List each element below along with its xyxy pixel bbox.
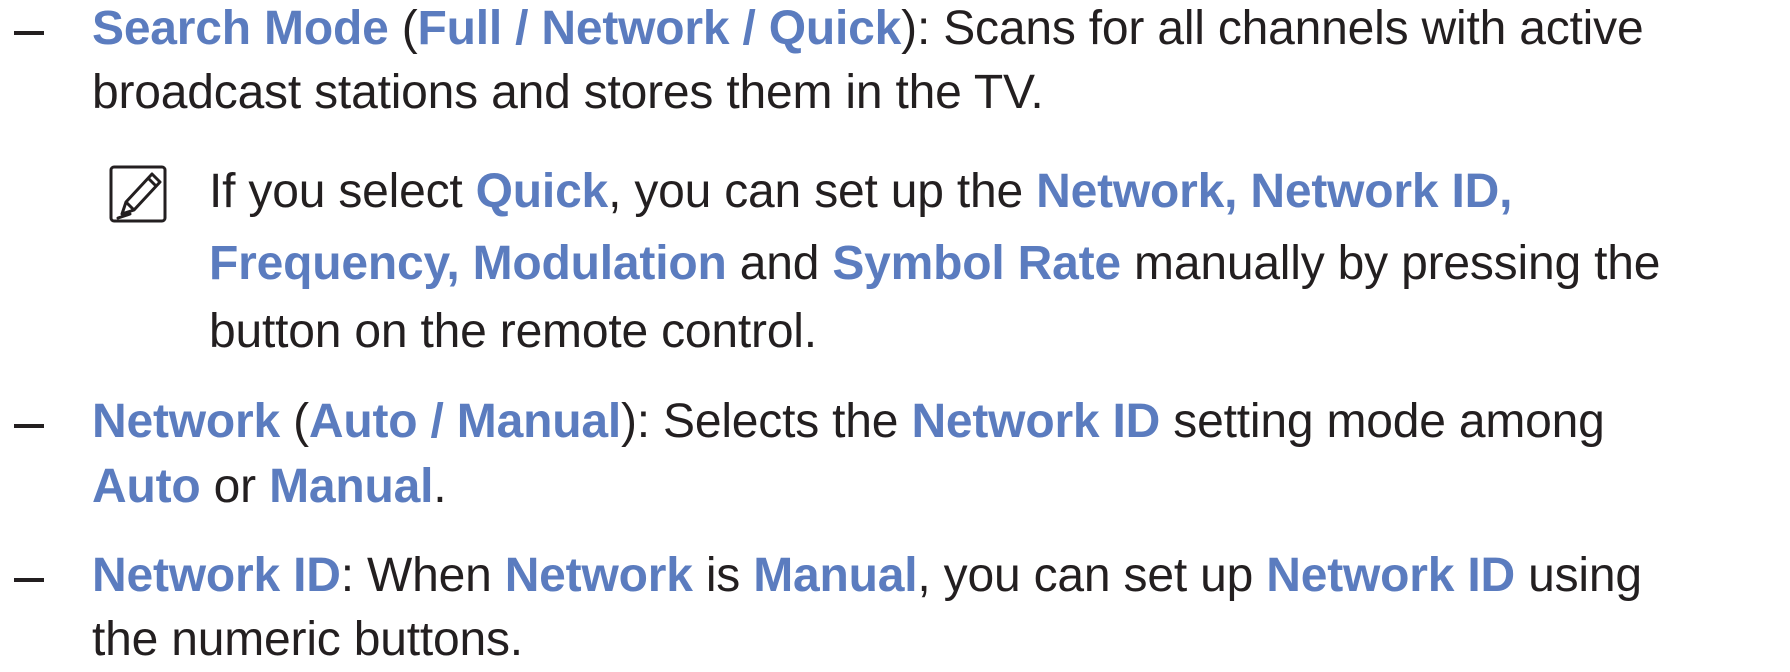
option-value: Manual xyxy=(269,460,434,513)
text-run: ( xyxy=(279,395,309,448)
text-line: broadcast stations and stores them in th… xyxy=(92,61,1044,125)
text-run: button on the remote control. xyxy=(209,305,817,358)
text-run: and xyxy=(726,237,833,290)
text-run: manually by pressing the xyxy=(1120,237,1661,290)
text-run: , you can set up the xyxy=(608,165,1037,218)
option-name: Network ID xyxy=(1266,549,1515,602)
text-run: the numeric buttons. xyxy=(92,613,523,666)
text-run: broadcast stations and stores them in th… xyxy=(92,66,1044,119)
option-value: Auto xyxy=(92,460,201,513)
option-values: Auto / Manual xyxy=(308,395,621,448)
text-run: ): Selects the xyxy=(620,395,912,448)
option-values: Full / Network / Quick xyxy=(417,2,902,55)
option-name: Network xyxy=(504,549,693,602)
text-line: button on the remote control. xyxy=(209,300,817,364)
option-name: Network xyxy=(92,395,280,448)
text-run: setting mode among xyxy=(1160,395,1605,448)
dash-bullet xyxy=(14,578,44,582)
text-line: Network ID: When Network is Manual, you … xyxy=(92,544,1642,608)
text-run: : When xyxy=(340,549,505,602)
text-line: the numeric buttons. xyxy=(92,608,523,672)
text-line: If you select Quick, you can set up the … xyxy=(209,160,1512,224)
text-run: or xyxy=(200,460,270,513)
text-line: Search Mode (Full / Network / Quick): Sc… xyxy=(92,0,1644,61)
option-name: Network, Network ID, xyxy=(1036,165,1513,218)
option-name: Symbol Rate xyxy=(832,237,1121,290)
option-name: Search Mode xyxy=(92,2,389,55)
dash-bullet xyxy=(14,424,44,428)
option-name: Quick xyxy=(475,165,609,218)
option-name: Network ID xyxy=(92,549,341,602)
text-run: ): Scans for all channels with active xyxy=(901,2,1644,55)
option-name: Frequency, Modulation xyxy=(209,237,727,290)
text-run: using xyxy=(1514,549,1642,602)
text-run: ( xyxy=(388,2,418,55)
text-run: , you can set up xyxy=(917,549,1267,602)
text-line: Auto or Manual. xyxy=(92,455,447,519)
text-line: Frequency, Modulation and Symbol Rate ma… xyxy=(209,232,1660,296)
option-value: Manual xyxy=(753,549,918,602)
document-page: Search Mode (Full / Network / Quick): Sc… xyxy=(0,0,1790,671)
text-line: Network (Auto / Manual): Selects the Net… xyxy=(92,390,1605,454)
dash-bullet xyxy=(14,31,44,35)
text-run: . xyxy=(433,460,447,513)
note-icon xyxy=(108,164,168,224)
text-run: is xyxy=(692,549,754,602)
text-run: If you select xyxy=(209,165,476,218)
option-name: Network ID xyxy=(911,395,1161,448)
